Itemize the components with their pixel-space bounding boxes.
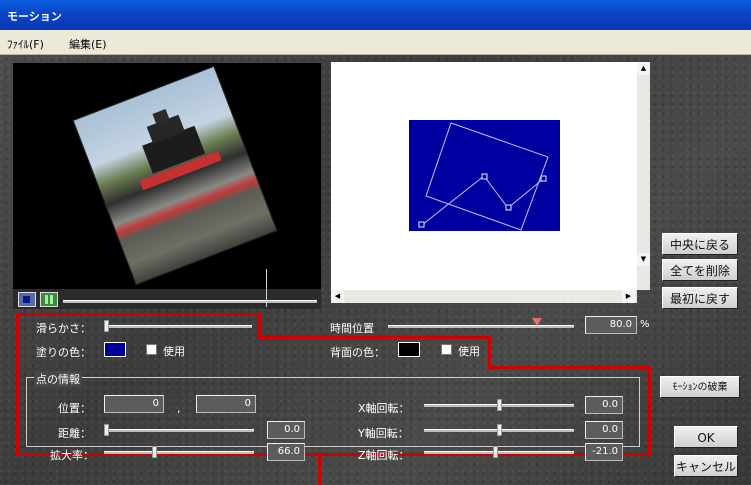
position-label: 位置： — [58, 402, 91, 415]
distance-slider[interactable] — [104, 429, 254, 432]
x-rotation-label: X軸回転： — [358, 402, 410, 415]
fill-use-checkbox[interactable] — [146, 344, 157, 355]
preview-seek-track[interactable] — [63, 300, 317, 303]
smoothness-slider[interactable] — [104, 325, 252, 328]
fill-color-label: 塗りの色： — [36, 346, 91, 359]
bg-use-label: 使用 — [458, 345, 480, 358]
time-position-field[interactable]: 80.0 — [585, 316, 637, 334]
bg-color-swatch[interactable] — [398, 342, 420, 357]
z-rotation-label: Z軸回転： — [358, 449, 410, 462]
smoothness-thumb[interactable] — [104, 320, 109, 332]
bg-color-label: 背面の色： — [330, 346, 385, 359]
time-position-label: 時間位置 — [330, 322, 374, 335]
scroll-up-arrow[interactable]: ▲ — [637, 62, 650, 75]
scroll-down-arrow[interactable]: ▼ — [637, 253, 650, 266]
scale-label: 拡大率： — [50, 449, 94, 462]
window-title: モーション — [7, 10, 62, 23]
scroll-right-arrow[interactable]: ▶ — [622, 290, 635, 303]
menu-file[interactable]: ﾌｧｲﾙ(F) — [7, 36, 44, 52]
cancel-button[interactable]: キャンセル — [674, 455, 738, 477]
discard-motion-button[interactable]: ﾓｰｼｮﾝの破棄 — [660, 376, 740, 398]
point-info-title: 点の情報 — [34, 371, 82, 387]
motion-point-1 — [418, 221, 425, 228]
preview-seek-thumb[interactable] — [266, 269, 268, 307]
distance-label: 距離： — [58, 427, 91, 440]
pause-button[interactable] — [40, 292, 58, 307]
scale-field[interactable]: 66.0 — [267, 443, 305, 461]
motion-point-3 — [505, 204, 512, 211]
motion-point-2 — [481, 173, 488, 180]
x-rotation-thumb[interactable] — [497, 399, 502, 411]
position-separator: , — [177, 402, 181, 415]
stop-icon — [23, 296, 30, 303]
editor-hscrollbar[interactable]: ◀ ▶ — [331, 290, 637, 303]
fill-use-label: 使用 — [163, 345, 185, 358]
position-x-field[interactable]: 0 — [104, 395, 164, 413]
scale-slider[interactable] — [104, 451, 254, 454]
motion-path-overlay — [418, 122, 549, 231]
ok-button[interactable]: OK — [674, 426, 738, 448]
y-rotation-field[interactable]: 0.0 — [585, 421, 623, 439]
preview-frame-image — [72, 65, 278, 286]
scale-thumb[interactable] — [151, 446, 157, 458]
smoothness-label: 滑らかさ： — [36, 322, 91, 335]
motion-path-line — [421, 175, 544, 226]
motion-window: モーション ﾌｧｲﾙ(F) 編集(E) ▲ ▼ ◀ ▶ 中央に戻る 全てを削除 … — [0, 0, 751, 485]
y-rotation-label: Y軸回転： — [358, 427, 409, 440]
pause-icon — [45, 295, 53, 304]
bg-use-checkbox[interactable] — [441, 344, 452, 355]
position-y-field[interactable]: 0 — [196, 395, 256, 413]
title-bar: モーション — [0, 0, 751, 30]
playback-bar — [13, 269, 321, 309]
motion-editor[interactable] — [331, 62, 637, 290]
z-rotation-slider[interactable] — [424, 451, 574, 454]
y-rotation-thumb[interactable] — [497, 424, 502, 436]
x-rotation-field[interactable]: 0.0 — [585, 396, 623, 414]
z-rotation-thumb[interactable] — [492, 446, 498, 458]
scroll-left-arrow[interactable]: ◀ — [331, 290, 344, 303]
reset-button[interactable]: 最初に戻す — [662, 287, 738, 309]
distance-field[interactable]: 0.0 — [267, 421, 305, 439]
time-position-thumb[interactable] — [531, 318, 542, 326]
video-preview — [13, 63, 321, 289]
stop-button[interactable] — [18, 292, 36, 307]
z-rotation-field[interactable]: -21.0 — [585, 443, 623, 461]
time-position-slider[interactable] — [388, 325, 574, 328]
menu-bar: ﾌｧｲﾙ(F) 編集(E) — [0, 30, 751, 55]
center-button[interactable]: 中央に戻る — [662, 233, 738, 255]
fill-color-swatch[interactable] — [104, 342, 126, 357]
menu-edit[interactable]: 編集(E) — [69, 36, 107, 52]
editor-vscrollbar[interactable]: ▲ ▼ — [637, 62, 650, 290]
distance-thumb[interactable] — [104, 424, 109, 436]
delete-all-button[interactable]: 全てを削除 — [662, 259, 738, 281]
time-position-unit: % — [640, 319, 650, 330]
motion-point-4 — [540, 175, 547, 182]
